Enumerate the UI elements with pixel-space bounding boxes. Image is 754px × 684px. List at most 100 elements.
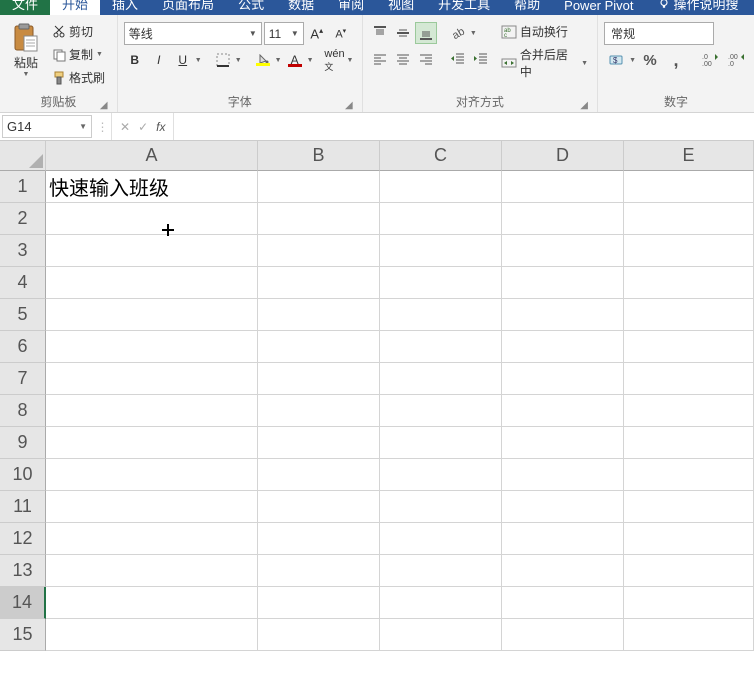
decrease-decimal-button[interactable]: .00.0 — [724, 49, 748, 71]
cell-A11[interactable] — [46, 491, 258, 523]
cell-A14[interactable] — [46, 587, 258, 619]
tab-view[interactable]: 视图 — [376, 0, 426, 15]
column-header-B[interactable]: B — [258, 141, 380, 171]
cell-A3[interactable] — [46, 235, 258, 267]
row-header-10[interactable]: 10 — [0, 459, 46, 491]
cell-D1[interactable] — [502, 171, 624, 203]
align-bottom-button[interactable] — [415, 22, 437, 44]
dialog-launcher-icon[interactable]: ◢ — [99, 100, 109, 110]
cell-C10[interactable] — [380, 459, 502, 491]
cell-C8[interactable] — [380, 395, 502, 427]
cell-D8[interactable] — [502, 395, 624, 427]
borders-button[interactable] — [212, 49, 234, 71]
cell-E2[interactable] — [624, 203, 754, 235]
tell-me-search[interactable]: 操作说明搜 — [646, 0, 751, 15]
chevron-down-icon[interactable]: ▼ — [275, 57, 282, 64]
font-size-select[interactable]: 11 ▼ — [264, 22, 304, 45]
cell-A13[interactable] — [46, 555, 258, 587]
cell-E15[interactable] — [624, 619, 754, 651]
tab-help[interactable]: 帮助 — [502, 0, 552, 15]
tab-developer[interactable]: 开发工具 — [426, 0, 502, 15]
chevron-down-icon[interactable]: ▼ — [470, 30, 477, 37]
align-middle-button[interactable] — [392, 22, 414, 44]
column-header-C[interactable]: C — [380, 141, 502, 171]
cell-D9[interactable] — [502, 427, 624, 459]
align-right-button[interactable] — [415, 48, 437, 70]
insert-function-button[interactable]: fx — [156, 120, 165, 134]
cancel-formula-button[interactable]: ✕ — [120, 120, 130, 134]
wrap-text-button[interactable]: abc 自动换行 — [498, 22, 591, 41]
cell-D2[interactable] — [502, 203, 624, 235]
align-top-button[interactable] — [369, 22, 391, 44]
tab-formulas[interactable]: 公式 — [226, 0, 276, 15]
bold-button[interactable]: B — [124, 49, 146, 71]
increase-decimal-button[interactable]: .0.00 — [698, 49, 722, 71]
chevron-down-icon[interactable]: ▼ — [629, 57, 636, 64]
orientation-button[interactable]: ab — [447, 22, 469, 44]
cell-C13[interactable] — [380, 555, 502, 587]
cell-A9[interactable] — [46, 427, 258, 459]
merge-center-button[interactable]: 合并后居中 ▼ — [498, 45, 591, 81]
currency-button[interactable]: $ — [604, 49, 628, 71]
cell-E7[interactable] — [624, 363, 754, 395]
cell-B10[interactable] — [258, 459, 380, 491]
align-center-button[interactable] — [392, 48, 414, 70]
dialog-launcher-icon[interactable]: ◢ — [344, 100, 354, 110]
cell-C14[interactable] — [380, 587, 502, 619]
tab-power-pivot[interactable]: Power Pivot — [552, 0, 645, 15]
increase-indent-button[interactable] — [470, 48, 492, 70]
chevron-down-icon[interactable]: ▼ — [195, 57, 202, 64]
cell-A7[interactable] — [46, 363, 258, 395]
cut-button[interactable]: 剪切 — [50, 22, 107, 41]
decrease-indent-button[interactable] — [447, 48, 469, 70]
cell-D10[interactable] — [502, 459, 624, 491]
cell-A6[interactable] — [46, 331, 258, 363]
cell-B9[interactable] — [258, 427, 380, 459]
fill-color-button[interactable] — [252, 49, 274, 71]
row-header-13[interactable]: 13 — [0, 555, 46, 587]
row-header-14[interactable]: 14 — [0, 587, 46, 619]
cell-E10[interactable] — [624, 459, 754, 491]
row-header-9[interactable]: 9 — [0, 427, 46, 459]
cell-C12[interactable] — [380, 523, 502, 555]
cell-C7[interactable] — [380, 363, 502, 395]
percent-button[interactable]: % — [638, 49, 662, 71]
cell-B15[interactable] — [258, 619, 380, 651]
row-header-12[interactable]: 12 — [0, 523, 46, 555]
cell-D6[interactable] — [502, 331, 624, 363]
cell-C1[interactable] — [380, 171, 502, 203]
tab-insert[interactable]: 插入 — [100, 0, 150, 15]
row-header-2[interactable]: 2 — [0, 203, 46, 235]
cell-D11[interactable] — [502, 491, 624, 523]
row-header-11[interactable]: 11 — [0, 491, 46, 523]
row-header-6[interactable]: 6 — [0, 331, 46, 363]
font-color-button[interactable]: A — [284, 49, 306, 71]
tab-home[interactable]: 开始 — [50, 0, 100, 15]
row-header-1[interactable]: 1 — [0, 171, 46, 203]
cell-B4[interactable] — [258, 267, 380, 299]
row-header-4[interactable]: 4 — [0, 267, 46, 299]
cell-C5[interactable] — [380, 299, 502, 331]
cells-grid[interactable]: 快速输入班级 — [46, 171, 754, 651]
cell-E8[interactable] — [624, 395, 754, 427]
cell-D14[interactable] — [502, 587, 624, 619]
cell-D4[interactable] — [502, 267, 624, 299]
cell-C11[interactable] — [380, 491, 502, 523]
align-left-button[interactable] — [369, 48, 391, 70]
row-header-7[interactable]: 7 — [0, 363, 46, 395]
chevron-down-icon[interactable]: ▼ — [347, 57, 354, 64]
cell-D12[interactable] — [502, 523, 624, 555]
column-header-E[interactable]: E — [624, 141, 754, 171]
cell-C6[interactable] — [380, 331, 502, 363]
cell-E9[interactable] — [624, 427, 754, 459]
cell-D3[interactable] — [502, 235, 624, 267]
cell-A15[interactable] — [46, 619, 258, 651]
paste-button[interactable]: 粘贴 ▼ — [6, 18, 46, 93]
comma-button[interactable]: , — [664, 49, 688, 71]
cell-E1[interactable] — [624, 171, 754, 203]
cell-B2[interactable] — [258, 203, 380, 235]
cell-B5[interactable] — [258, 299, 380, 331]
cell-E14[interactable] — [624, 587, 754, 619]
cell-B14[interactable] — [258, 587, 380, 619]
cell-B7[interactable] — [258, 363, 380, 395]
